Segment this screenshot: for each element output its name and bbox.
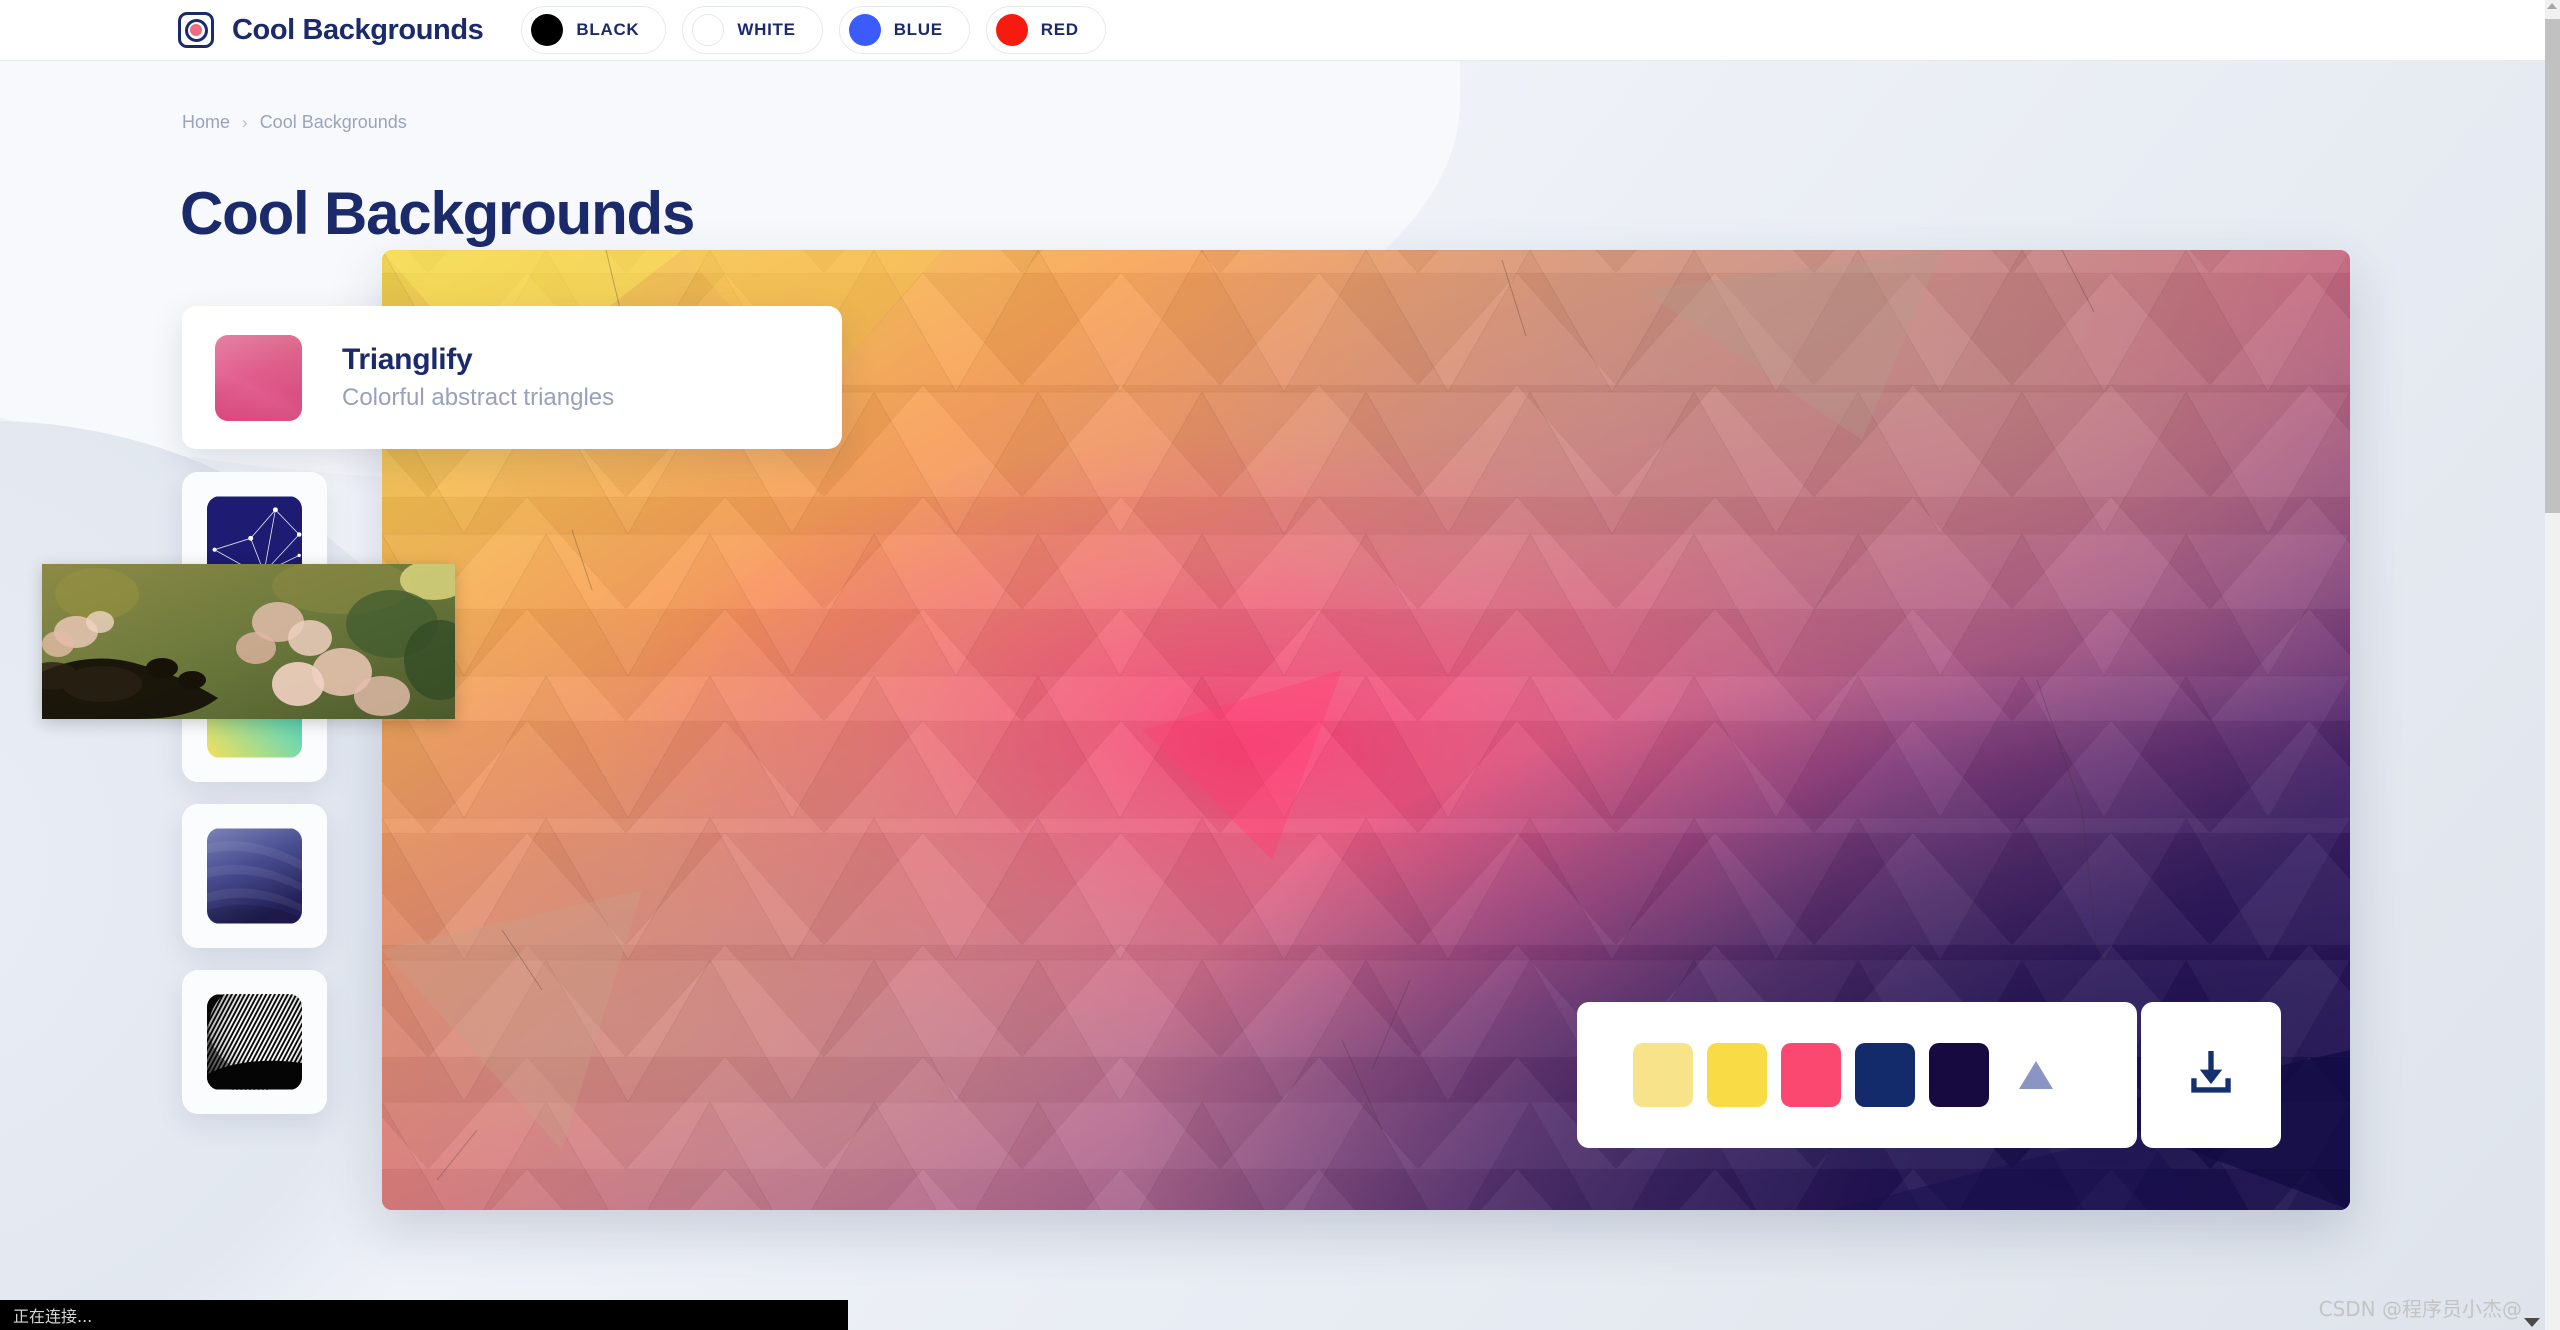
active-tool-card[interactable]: Trianglify Colorful abstract triangles [182, 306, 842, 449]
swatch-dark-navy[interactable] [1929, 1043, 1989, 1107]
swatch-light-yellow[interactable] [1633, 1043, 1693, 1107]
scrollbar-thumb[interactable] [2545, 19, 2560, 513]
color-pill-label: BLACK [576, 20, 640, 39]
breadcrumb: Home › Cool Backgrounds [182, 112, 407, 133]
triangle-icon[interactable] [2019, 1061, 2053, 1089]
swatch-circle-black [531, 14, 564, 46]
breadcrumb-current: Cool Backgrounds [259, 112, 407, 132]
tool-thumb-moire[interactable] [182, 970, 327, 1114]
swatch-pink[interactable] [1781, 1043, 1841, 1107]
color-pill-blue[interactable]: BLUE [838, 6, 970, 54]
caret-down-icon [2524, 1318, 2540, 1327]
csdn-watermark: CSDN @程序员小杰@ [2318, 1297, 2522, 1321]
color-pill-red[interactable]: RED [985, 6, 1106, 54]
page-body: Home › Cool Backgrounds Cool Backgrounds [0, 61, 2545, 1330]
download-icon [2191, 1051, 2231, 1093]
status-text: 正在连接... [13, 1307, 93, 1326]
swatch-circle-red [995, 14, 1028, 46]
tool-title: Trianglify [342, 343, 473, 376]
caret-up-icon[interactable] [2547, 3, 2557, 9]
color-pill-label: BLUE [893, 20, 943, 39]
site-header: Cool Backgrounds BLACK WHITE BLUE RED [0, 0, 2545, 61]
tool-thumb-plasma[interactable] [182, 804, 327, 948]
tool-subtitle: Colorful abstract triangles [342, 384, 615, 411]
swatch-circle-blue [848, 14, 881, 46]
palette-toolbar [1577, 1002, 2137, 1148]
chevron-right-icon: › [242, 112, 248, 132]
color-pill-black[interactable]: BLACK [521, 6, 667, 54]
vertical-scrollbar[interactable] [2545, 0, 2560, 1330]
app-root: Cool Backgrounds BLACK WHITE BLUE RED Ho… [0, 0, 2560, 1330]
moire-thumb [207, 994, 302, 1090]
swatch-navy[interactable] [1855, 1043, 1915, 1107]
swatch-yellow[interactable] [1707, 1043, 1767, 1107]
download-button[interactable] [2141, 1002, 2281, 1148]
browser-status-bar: 正在连接... [0, 1300, 848, 1330]
breadcrumb-home[interactable]: Home [182, 112, 230, 133]
plasma-thumb [207, 828, 302, 924]
page-title: Cool Backgrounds [180, 180, 695, 247]
color-pill-label: RED [1040, 20, 1079, 39]
dragged-image-preview[interactable] [42, 564, 455, 719]
trianglify-thumb [215, 334, 302, 421]
swatch-circle-white [692, 14, 725, 46]
color-pill-label: WHITE [737, 20, 796, 39]
color-pill-group: BLACK WHITE BLUE RED [521, 6, 1106, 54]
brand[interactable]: Cool Backgrounds [178, 12, 484, 48]
target-dot-icon [178, 12, 214, 48]
brand-title: Cool Backgrounds [232, 13, 484, 46]
color-pill-white[interactable]: WHITE [682, 6, 823, 54]
